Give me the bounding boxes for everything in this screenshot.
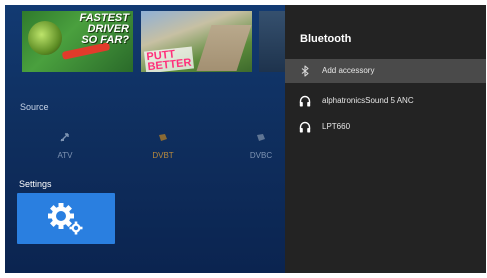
bluetooth-item-lpt660[interactable]: LPT660 (285, 115, 486, 139)
source-item-label: DVBC (249, 151, 273, 160)
thumbnail-caption: PUTT BETTER (143, 46, 195, 72)
source-item-label: ATV (57, 151, 73, 160)
panel-title: Bluetooth (300, 33, 352, 45)
dvbt-icon (159, 134, 167, 141)
bluetooth-item-label: alphatronicsSound 5 ANC (322, 96, 414, 105)
source-item-dvbc[interactable]: DVBC (241, 133, 281, 163)
source-item-atv[interactable]: ATV (45, 133, 85, 163)
garden-path-image (196, 25, 252, 71)
driver-club-image (28, 21, 62, 55)
settings-heading: Settings (19, 179, 52, 189)
bluetooth-icon (301, 65, 309, 77)
video-thumbnail-putt-better[interactable]: PUTT BETTER (141, 11, 252, 72)
tv-home-screen: FASTEST DRIVER SO FAR? PUTT BETTER Sourc… (5, 5, 486, 273)
video-thumbnail-fastest-driver[interactable]: FASTEST DRIVER SO FAR? (22, 11, 133, 72)
gear-icon (48, 203, 83, 235)
headphones-icon (299, 121, 311, 133)
dvbc-icon (257, 134, 265, 141)
bluetooth-item-add-accessory[interactable]: Add accessory (285, 59, 486, 83)
source-item-dvbt[interactable]: DVBT (143, 133, 183, 163)
source-heading: Source (20, 102, 49, 112)
bluetooth-item-label: Add accessory (322, 66, 375, 75)
bluetooth-item-alphatronics[interactable]: alphatronicsSound 5 ANC (285, 89, 486, 113)
source-item-label: DVBT (152, 151, 174, 160)
bluetooth-item-label: LPT660 (322, 122, 351, 131)
thumbnail-caption: FASTEST DRIVER SO FAR? (79, 12, 129, 46)
headphones-icon (299, 95, 311, 107)
tv-antenna-icon (60, 133, 69, 142)
bluetooth-panel: Bluetooth Add accessory alphatronicsSoun… (285, 5, 486, 273)
settings-tile[interactable] (17, 193, 115, 244)
